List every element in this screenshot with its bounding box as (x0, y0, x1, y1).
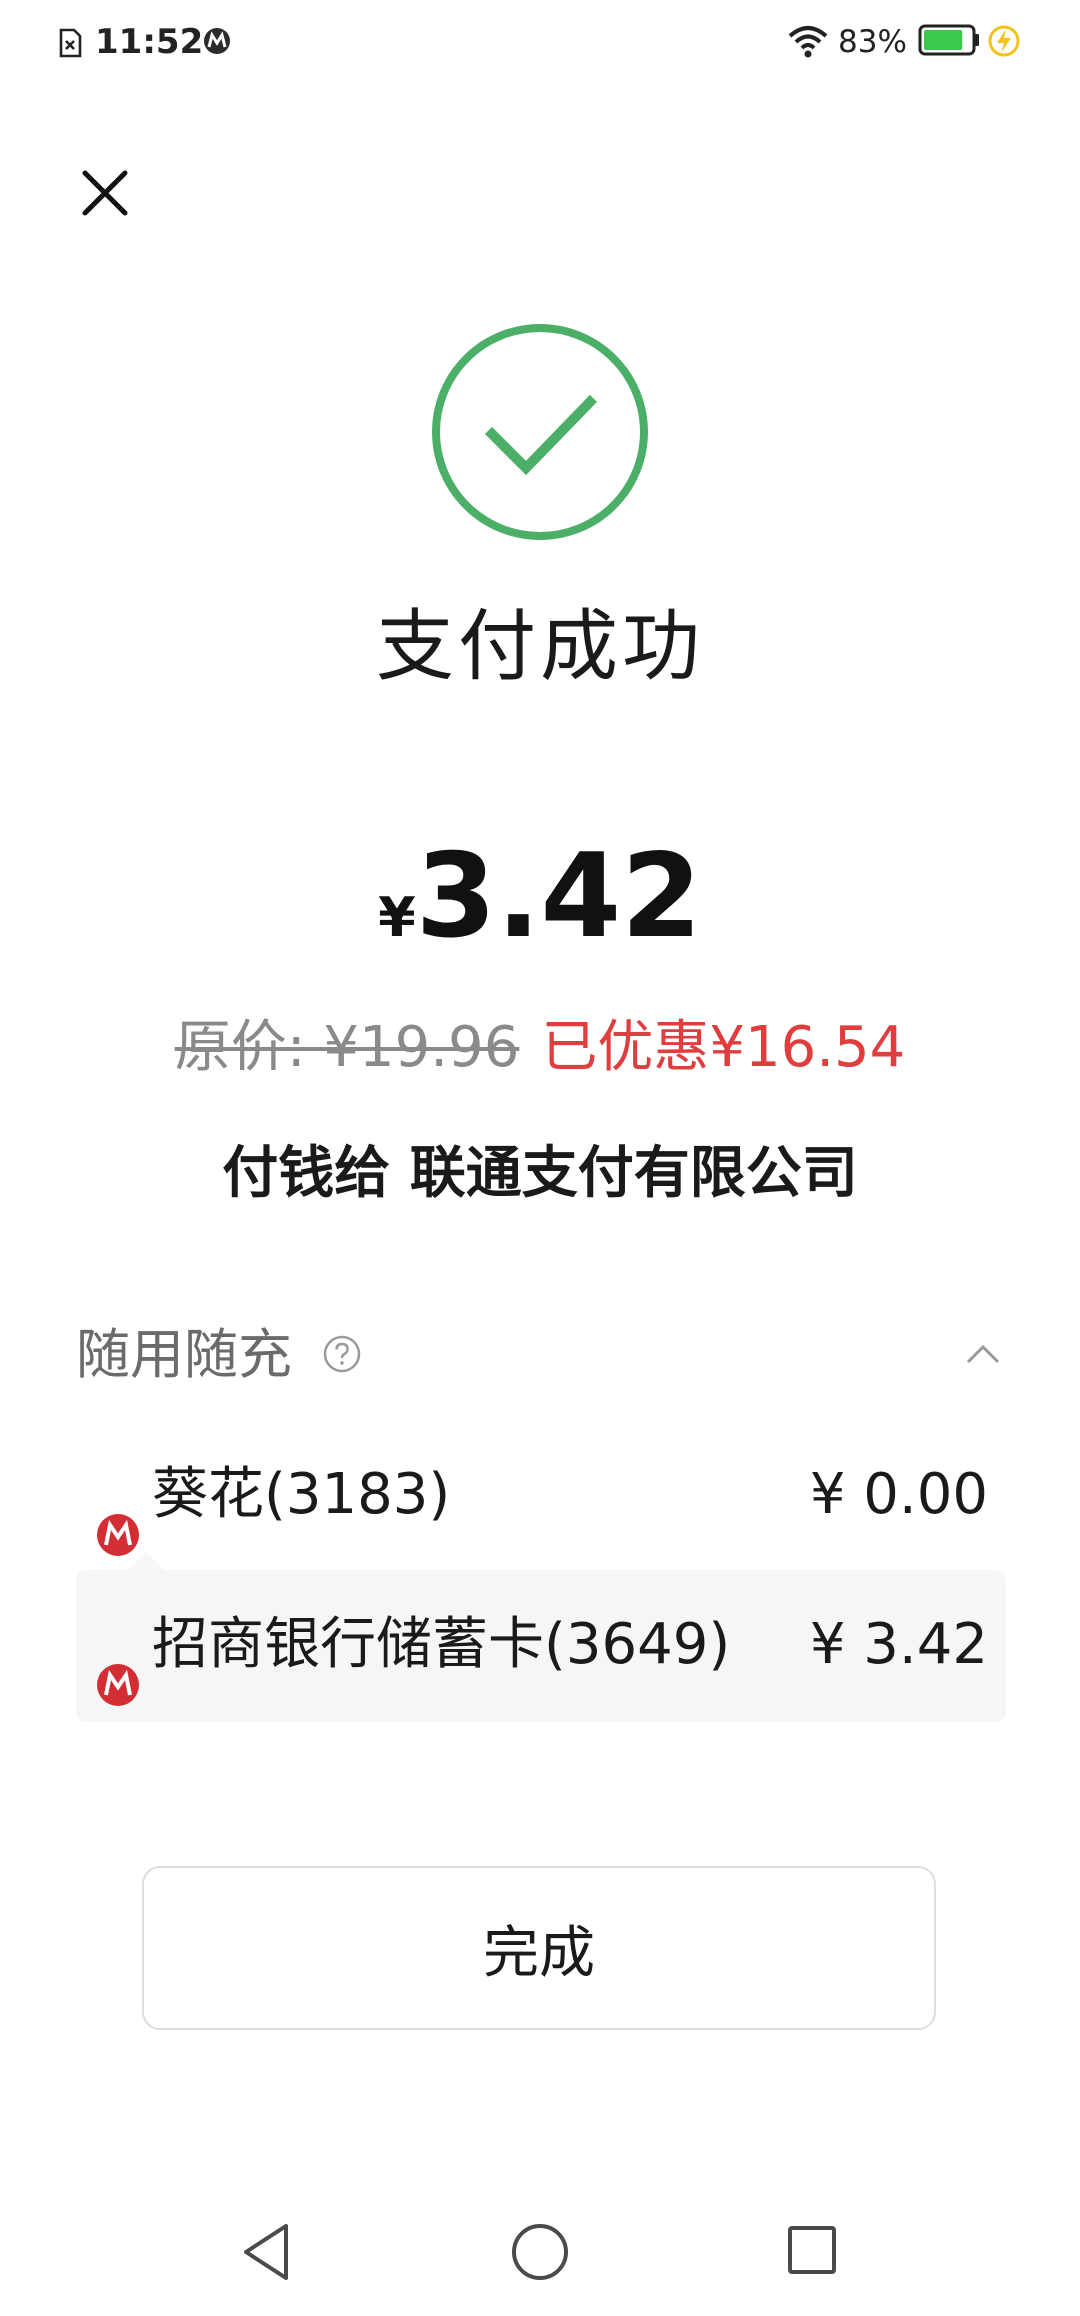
success-check-icon (430, 322, 650, 542)
discount-info: 原价: ¥19.96 已优惠¥16.54 (0, 1008, 1080, 1088)
payment-source-amount: ¥ 0.00 (809, 1462, 988, 1527)
sim-card-icon (58, 28, 82, 58)
section-title: 随用随充 (76, 1323, 292, 1386)
row-pointer (128, 1552, 164, 1570)
payment-source-name: 招商银行储蓄卡(3649) (152, 1612, 731, 1677)
bank-logo-icon (96, 1474, 140, 1556)
currency-symbol: ¥ (378, 886, 416, 949)
bank-logo-icon (96, 1624, 140, 1706)
chevron-up-icon[interactable] (960, 1332, 1006, 1378)
close-button[interactable] (70, 158, 140, 228)
help-icon[interactable] (322, 1334, 362, 1374)
original-price: 原价: ¥19.96 (174, 1015, 520, 1080)
back-icon[interactable] (236, 2220, 296, 2284)
wifi-icon (788, 24, 828, 60)
close-icon (82, 170, 128, 216)
status-time: 11:52 (95, 22, 204, 62)
payment-breakdown-header[interactable]: 随用随充 (76, 1310, 1006, 1400)
payment-status-title: 支付成功 (375, 602, 704, 692)
recent-apps-icon[interactable] (782, 2220, 842, 2280)
battery-icon (918, 24, 980, 56)
payment-source-name: 葵花(3183) (152, 1462, 451, 1527)
charging-bolt-icon (988, 24, 1020, 58)
done-button[interactable]: 完成 (142, 1866, 936, 2030)
payee-label: 付钱给 联通支付有限公司 (222, 1141, 858, 1206)
payment-item: 葵花(3183) ¥ 0.00 (76, 1430, 1006, 1560)
payment-item: 招商银行储蓄卡(3649) ¥ 3.42 (76, 1580, 1006, 1710)
paid-amount: ¥3.42 (0, 832, 1080, 996)
bank-app-icon (202, 26, 232, 56)
payment-source-amount: ¥ 3.42 (809, 1612, 988, 1677)
amount-value: 3.42 (415, 829, 702, 964)
discount-amount: 已优惠¥16.54 (541, 1015, 906, 1080)
home-icon[interactable] (508, 2220, 572, 2284)
battery-percent: 83% (838, 24, 907, 60)
